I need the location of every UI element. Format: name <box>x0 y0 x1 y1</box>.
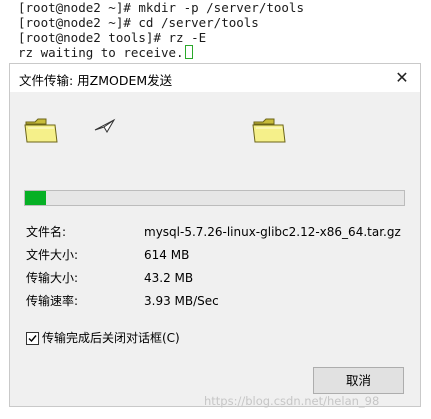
rate-value: 3.93 MB/Sec <box>144 294 219 308</box>
watermark: https://blog.csdn.net/helan_98 <box>204 394 380 408</box>
file-size-value: 614 MB <box>144 248 190 262</box>
rate-label: 传输速率: <box>26 294 79 308</box>
terminal-output: [root@node2 ~]# mkdir -p /server/tools [… <box>0 0 431 64</box>
terminal-line: [root@node2 tools]# rz -E <box>18 30 207 45</box>
filename-value: mysql-5.7.26-linux-glibc2.12-x86_64.tar.… <box>144 225 401 239</box>
file-size-label: 文件大小: <box>26 248 79 262</box>
cancel-button[interactable]: 取消 <box>313 367 404 394</box>
folder-icon <box>24 118 58 143</box>
terminal-line: [root@node2 ~]# cd /server/tools <box>18 15 259 30</box>
transferred-label: 传输大小: <box>26 271 79 285</box>
terminal-cursor <box>184 45 193 59</box>
dialog-titlebar: 文件传输: 用ZMODEM发送 ✕ <box>10 64 420 92</box>
filename-label: 文件名: <box>26 225 67 239</box>
folder-icon <box>252 118 286 143</box>
dialog-title: 文件传输: 用ZMODEM发送 <box>19 73 173 88</box>
terminal-line-text: rz waiting to receive. <box>18 45 184 60</box>
transferred-value: 43.2 MB <box>144 271 194 285</box>
paper-plane-icon <box>94 118 116 133</box>
terminal-line: [root@node2 ~]# mkdir -p /server/tools <box>18 0 304 15</box>
transfer-progress-bar <box>24 190 405 206</box>
close-icon[interactable]: ✕ <box>392 68 412 88</box>
file-transfer-dialog: 文件传输: 用ZMODEM发送 ✕ 文件名: mysql-5.7.26-linu… <box>9 63 421 407</box>
progress-fill <box>25 191 46 205</box>
checkmark-icon <box>28 335 37 343</box>
terminal-line-last: rz waiting to receive. <box>18 45 431 60</box>
close-on-complete-label: 传输完成后关闭对话框(C) <box>42 331 180 345</box>
close-on-complete-checkbox[interactable] <box>26 332 39 345</box>
